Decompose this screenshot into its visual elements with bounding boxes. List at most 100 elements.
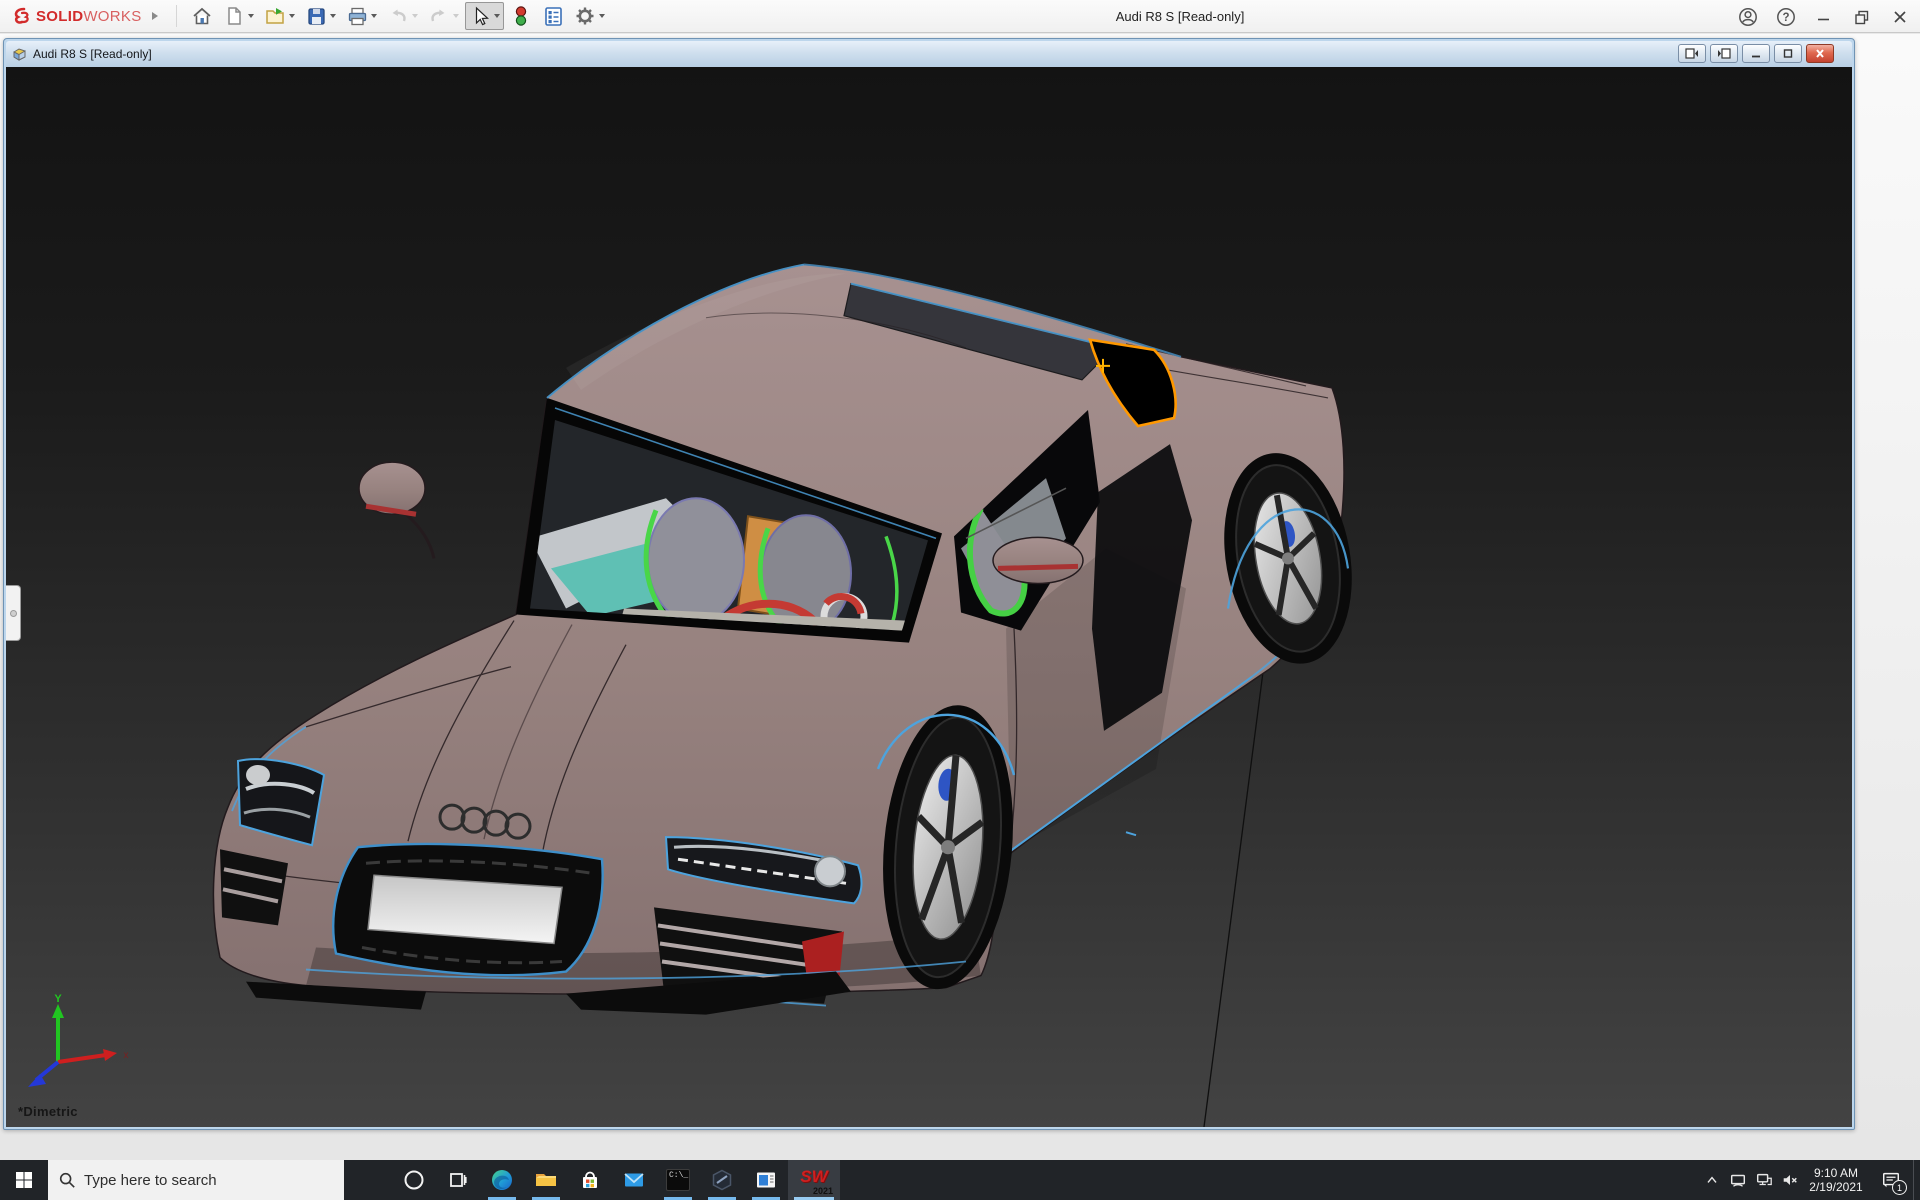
home-button[interactable]: [187, 2, 217, 30]
ethernet-network-icon: [1755, 1171, 1773, 1189]
restore-button[interactable]: [1848, 4, 1876, 30]
solidworks-letters: SW: [799, 1167, 829, 1187]
login-button[interactable]: [1734, 4, 1762, 30]
save-icon: [305, 5, 327, 27]
doc-restore-icon: [1781, 48, 1795, 59]
select-dropdown-arrow[interactable]: [494, 14, 500, 18]
view-orientation-label: *Dimetric: [18, 1104, 78, 1119]
save-dropdown-arrow[interactable]: [330, 14, 336, 18]
svg-text:?: ?: [1782, 12, 1789, 24]
left-mirror: [359, 462, 434, 558]
3d-viewport[interactable]: Y x *Dimetric: [6, 67, 1852, 1127]
undo-icon: [387, 5, 409, 27]
new-document-icon: [223, 5, 245, 27]
doc-close-button[interactable]: [1806, 44, 1834, 63]
undo-dropdown-arrow: [412, 14, 418, 18]
notification-badge: 1: [1892, 1180, 1907, 1195]
pane-right-icon: [1717, 48, 1731, 59]
toolbar-separator: [176, 5, 177, 27]
app-window-controls: ?: [1734, 0, 1914, 33]
rebuild-button[interactable]: [506, 2, 536, 30]
triad-y-label: Y: [54, 993, 62, 1005]
account-icon: [1737, 6, 1759, 28]
clock-time: 9:10 AM: [1803, 1166, 1869, 1180]
print-button[interactable]: [342, 2, 381, 30]
doc-restore-button[interactable]: [1774, 44, 1802, 63]
doc-close-icon: [1813, 48, 1827, 59]
taskbar-clock[interactable]: 9:10 AM 2/19/2021: [1803, 1166, 1869, 1194]
doc-minimize-button[interactable]: [1742, 44, 1770, 63]
menu-expand-arrow-icon[interactable]: [152, 12, 158, 20]
help-button[interactable]: ?: [1772, 4, 1800, 30]
pane-left-button[interactable]: [1678, 44, 1706, 63]
save-button[interactable]: [301, 2, 340, 30]
open-icon: [264, 5, 286, 27]
file-properties-icon: [542, 5, 564, 27]
new-document-button[interactable]: [219, 2, 258, 30]
app-titlebar[interactable]: SOLIDWORKS: [0, 0, 1920, 33]
search-icon: [58, 1171, 76, 1189]
taskbar-app-task-view[interactable]: [436, 1160, 480, 1200]
action-center-button[interactable]: 1: [1869, 1160, 1913, 1200]
store-icon: [578, 1168, 602, 1192]
display-sync-icon: [1729, 1171, 1747, 1189]
pane-right-button[interactable]: [1710, 44, 1738, 63]
minimize-icon: [1814, 7, 1834, 27]
taskbar-search[interactable]: [48, 1160, 344, 1200]
select-button[interactable]: [465, 2, 504, 30]
options-button[interactable]: [570, 2, 609, 30]
minimize-button[interactable]: [1810, 4, 1838, 30]
solidworks-app-icon: SW 2021: [799, 1167, 829, 1193]
close-button[interactable]: [1886, 4, 1914, 30]
tray-display-sync-button[interactable]: [1725, 1160, 1751, 1200]
tray-volume-button[interactable]: [1777, 1160, 1803, 1200]
taskbar: C:\_ SW 2021: [0, 1160, 1920, 1200]
doc-minimize-icon: [1749, 48, 1763, 59]
app-title: Audi R8 S [Read-only]: [1116, 0, 1245, 33]
document-titlebar[interactable]: Audi R8 S [Read-only]: [6, 41, 1852, 67]
print-icon: [346, 5, 368, 27]
open-dropdown-arrow[interactable]: [289, 14, 295, 18]
close-icon: [1890, 7, 1910, 27]
taskbar-app-hexagon[interactable]: [700, 1160, 744, 1200]
show-desktop-button[interactable]: [1913, 1160, 1920, 1200]
print-dropdown-arrow[interactable]: [371, 14, 377, 18]
app-client-area: Audi R8 S [Read-only]: [0, 34, 1920, 1160]
tray-chevron-button[interactable]: [1699, 1160, 1725, 1200]
splitter-knob-icon: [10, 610, 17, 617]
command-prompt-label: C:\: [669, 1171, 683, 1180]
tray-network-button[interactable]: [1751, 1160, 1777, 1200]
system-tray: 9:10 AM 2/19/2021 1: [1699, 1160, 1920, 1200]
file-explorer-icon: [534, 1168, 558, 1192]
search-input[interactable]: [84, 1172, 314, 1189]
options-dropdown-arrow[interactable]: [599, 14, 605, 18]
file-properties-button[interactable]: [538, 2, 568, 30]
feature-panel-splitter-handle[interactable]: [6, 585, 21, 641]
document-title: Audi R8 S [Read-only]: [33, 47, 152, 61]
new-dropdown-arrow[interactable]: [248, 14, 254, 18]
open-button[interactable]: [260, 2, 299, 30]
start-button[interactable]: [0, 1160, 48, 1200]
windows-logo-icon: [15, 1171, 33, 1189]
news-app-icon: [754, 1168, 778, 1192]
taskbar-app-news[interactable]: [744, 1160, 788, 1200]
taskbar-app-file-explorer[interactable]: [524, 1160, 568, 1200]
taskbar-app-command-prompt[interactable]: C:\_: [656, 1160, 700, 1200]
part-document-icon: [10, 46, 28, 62]
taskbar-app-solidworks[interactable]: SW 2021: [788, 1160, 840, 1200]
pane-left-icon: [1685, 48, 1699, 59]
taskbar-app-edge[interactable]: [480, 1160, 524, 1200]
select-cursor-icon: [469, 5, 491, 27]
solidworks-year: 2021: [813, 1186, 833, 1196]
restore-icon: [1852, 7, 1872, 27]
quick-access-toolbar: [187, 2, 609, 30]
task-view-icon: [447, 1169, 469, 1191]
taskbar-app-cortana[interactable]: [392, 1160, 436, 1200]
document-window-controls: [1678, 44, 1834, 63]
undo-button[interactable]: [383, 2, 422, 30]
triad-x-label: x: [124, 1050, 129, 1061]
taskbar-app-store[interactable]: [568, 1160, 612, 1200]
taskbar-app-mail[interactable]: [612, 1160, 656, 1200]
chevron-up-icon: [1704, 1172, 1720, 1188]
redo-button[interactable]: [424, 2, 463, 30]
